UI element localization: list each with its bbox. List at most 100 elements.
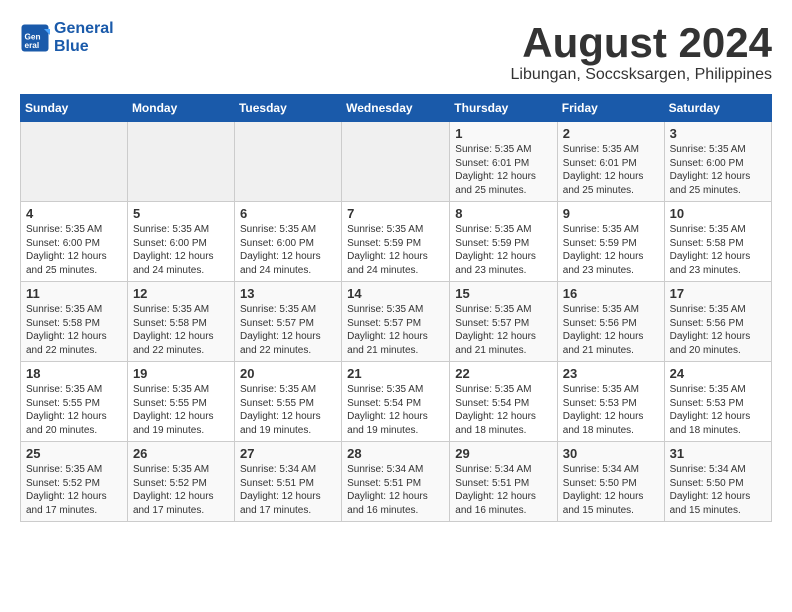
weekday-header-tuesday: Tuesday: [234, 95, 341, 122]
calendar-cell: [21, 122, 128, 202]
day-number: 21: [347, 366, 444, 381]
day-info: Sunrise: 5:34 AM Sunset: 5:50 PM Dayligh…: [563, 463, 659, 517]
calendar-cell: 13 Sunrise: 5:35 AM Sunset: 5:57 PM Dayli…: [234, 282, 341, 362]
calendar-cell: 22 Sunrise: 5:35 AM Sunset: 5:54 PM Dayli…: [450, 362, 558, 442]
day-info: Sunrise: 5:35 AM Sunset: 5:55 PM Dayligh…: [133, 383, 229, 437]
week-row-1: 1 Sunrise: 5:35 AM Sunset: 6:01 PM Daylig…: [21, 122, 772, 202]
day-number: 27: [240, 446, 336, 461]
day-number: 22: [455, 366, 552, 381]
day-number: 4: [26, 206, 122, 221]
calendar-cell: 5Sunrise: 5:35 AM Sunset: 6:00 PM Daylig…: [127, 202, 234, 282]
calendar-cell: 29 Sunrise: 5:34 AM Sunset: 5:51 PM Dayli…: [450, 442, 558, 522]
day-info: Sunrise: 5:35 AM Sunset: 6:01 PM Dayligh…: [563, 143, 659, 197]
day-info: Sunrise: 5:35 AM Sunset: 5:56 PM Dayligh…: [563, 303, 659, 357]
calendar-cell: 21 Sunrise: 5:35 AM Sunset: 5:54 PM Dayli…: [342, 362, 450, 442]
day-number: 24: [670, 366, 766, 381]
calendar-cell: 23Sunrise: 5:35 AM Sunset: 5:53 PM Dayli…: [557, 362, 664, 442]
calendar-cell: 6 Sunrise: 5:35 AM Sunset: 6:00 PM Daylig…: [234, 202, 341, 282]
calendar-cell: [127, 122, 234, 202]
day-number: 26: [133, 446, 229, 461]
calendar-cell: [342, 122, 450, 202]
calendar-cell: 12 Sunrise: 5:35 AM Sunset: 5:58 PM Dayli…: [127, 282, 234, 362]
logo-icon: Gen eral: [20, 23, 50, 53]
calendar-cell: 27 Sunrise: 5:34 AM Sunset: 5:51 PM Dayli…: [234, 442, 341, 522]
day-info: Sunrise: 5:35 AM Sunset: 5:55 PM Dayligh…: [240, 383, 336, 437]
calendar-cell: 7 Sunrise: 5:35 AM Sunset: 5:59 PM Daylig…: [342, 202, 450, 282]
title-section: August 2024 Libungan, Soccsksargen, Phil…: [511, 20, 773, 84]
calendar-title: August 2024: [511, 20, 773, 66]
calendar-cell: 10 Sunrise: 5:35 AM Sunset: 5:58 PM Dayli…: [664, 202, 771, 282]
day-number: 16: [563, 286, 659, 301]
calendar-cell: 1 Sunrise: 5:35 AM Sunset: 6:01 PM Daylig…: [450, 122, 558, 202]
day-info: Sunrise: 5:35 AM Sunset: 5:52 PM Dayligh…: [133, 463, 229, 517]
day-number: 12: [133, 286, 229, 301]
calendar-cell: 25Sunrise: 5:35 AM Sunset: 5:52 PM Dayli…: [21, 442, 128, 522]
day-info: Sunrise: 5:35 AM Sunset: 6:00 PM Dayligh…: [670, 143, 766, 197]
day-number: 19: [133, 366, 229, 381]
day-info: Sunrise: 5:35 AM Sunset: 5:58 PM Dayligh…: [670, 223, 766, 277]
calendar-cell: 31 Sunrise: 5:34 AM Sunset: 5:50 PM Dayli…: [664, 442, 771, 522]
calendar-cell: 24 Sunrise: 5:35 AM Sunset: 5:53 PM Dayli…: [664, 362, 771, 442]
day-info: Sunrise: 5:35 AM Sunset: 6:00 PM Dayligh…: [26, 223, 122, 277]
calendar-cell: 9 Sunrise: 5:35 AM Sunset: 5:59 PM Daylig…: [557, 202, 664, 282]
calendar-cell: 18Sunrise: 5:35 AM Sunset: 5:55 PM Dayli…: [21, 362, 128, 442]
day-number: 6: [240, 206, 336, 221]
logo-text: General Blue: [54, 20, 114, 56]
calendar-cell: 19 Sunrise: 5:35 AM Sunset: 5:55 PM Dayli…: [127, 362, 234, 442]
day-info: Sunrise: 5:35 AM Sunset: 5:52 PM Dayligh…: [26, 463, 122, 517]
day-info: Sunrise: 5:35 AM Sunset: 6:00 PM Dayligh…: [133, 223, 229, 277]
day-info: Sunrise: 5:35 AM Sunset: 5:59 PM Dayligh…: [455, 223, 552, 277]
weekday-header-wednesday: Wednesday: [342, 95, 450, 122]
calendar-subtitle: Libungan, Soccsksargen, Philippines: [511, 66, 773, 84]
day-info: Sunrise: 5:34 AM Sunset: 5:51 PM Dayligh…: [455, 463, 552, 517]
day-number: 7: [347, 206, 444, 221]
day-number: 9: [563, 206, 659, 221]
day-number: 29: [455, 446, 552, 461]
calendar-cell: 3 Sunrise: 5:35 AM Sunset: 6:00 PM Daylig…: [664, 122, 771, 202]
calendar-cell: 16 Sunrise: 5:35 AM Sunset: 5:56 PM Dayli…: [557, 282, 664, 362]
weekday-header-thursday: Thursday: [450, 95, 558, 122]
day-number: 23: [563, 366, 659, 381]
day-number: 8: [455, 206, 552, 221]
day-number: 13: [240, 286, 336, 301]
header: Gen eral General Blue August 2024 Libung…: [20, 20, 772, 84]
svg-text:eral: eral: [25, 41, 40, 50]
day-info: Sunrise: 5:35 AM Sunset: 5:54 PM Dayligh…: [455, 383, 552, 437]
day-info: Sunrise: 5:35 AM Sunset: 6:00 PM Dayligh…: [240, 223, 336, 277]
weekday-header-row: SundayMondayTuesdayWednesdayThursdayFrid…: [21, 95, 772, 122]
day-info: Sunrise: 5:35 AM Sunset: 5:56 PM Dayligh…: [670, 303, 766, 357]
day-number: 20: [240, 366, 336, 381]
day-info: Sunrise: 5:34 AM Sunset: 5:51 PM Dayligh…: [240, 463, 336, 517]
day-info: Sunrise: 5:35 AM Sunset: 5:54 PM Dayligh…: [347, 383, 444, 437]
day-info: Sunrise: 5:35 AM Sunset: 5:57 PM Dayligh…: [455, 303, 552, 357]
calendar-cell: 28Sunrise: 5:34 AM Sunset: 5:51 PM Dayli…: [342, 442, 450, 522]
logo: Gen eral General Blue: [20, 20, 114, 56]
calendar-cell: 20 Sunrise: 5:35 AM Sunset: 5:55 PM Dayli…: [234, 362, 341, 442]
week-row-2: 4 Sunrise: 5:35 AM Sunset: 6:00 PM Daylig…: [21, 202, 772, 282]
day-info: Sunrise: 5:35 AM Sunset: 5:57 PM Dayligh…: [347, 303, 444, 357]
calendar-cell: 8 Sunrise: 5:35 AM Sunset: 5:59 PM Daylig…: [450, 202, 558, 282]
day-number: 1: [455, 126, 552, 141]
day-info: Sunrise: 5:35 AM Sunset: 5:58 PM Dayligh…: [133, 303, 229, 357]
calendar-cell: 2Sunrise: 5:35 AM Sunset: 6:01 PM Daylig…: [557, 122, 664, 202]
day-number: 3: [670, 126, 766, 141]
day-number: 31: [670, 446, 766, 461]
day-number: 14: [347, 286, 444, 301]
calendar-cell: [234, 122, 341, 202]
weekday-header-sunday: Sunday: [21, 95, 128, 122]
week-row-4: 18 Sunrise: 5:35 AM Sunset: 5:55 PM Dayli…: [21, 362, 772, 442]
day-info: Sunrise: 5:35 AM Sunset: 5:53 PM Dayligh…: [670, 383, 766, 437]
day-number: 11: [26, 286, 122, 301]
day-info: Sunrise: 5:35 AM Sunset: 5:59 PM Dayligh…: [347, 223, 444, 277]
day-info: Sunrise: 5:34 AM Sunset: 5:50 PM Dayligh…: [670, 463, 766, 517]
day-number: 10: [670, 206, 766, 221]
day-number: 30: [563, 446, 659, 461]
day-number: 18: [26, 366, 122, 381]
weekday-header-monday: Monday: [127, 95, 234, 122]
calendar-cell: 17 Sunrise: 5:35 AM Sunset: 5:56 PM Dayli…: [664, 282, 771, 362]
day-info: Sunrise: 5:35 AM Sunset: 6:01 PM Dayligh…: [455, 143, 552, 197]
day-info: Sunrise: 5:35 AM Sunset: 5:57 PM Dayligh…: [240, 303, 336, 357]
day-info: Sunrise: 5:35 AM Sunset: 5:59 PM Dayligh…: [563, 223, 659, 277]
day-number: 17: [670, 286, 766, 301]
calendar-cell: 26 Sunrise: 5:35 AM Sunset: 5:52 PM Dayli…: [127, 442, 234, 522]
